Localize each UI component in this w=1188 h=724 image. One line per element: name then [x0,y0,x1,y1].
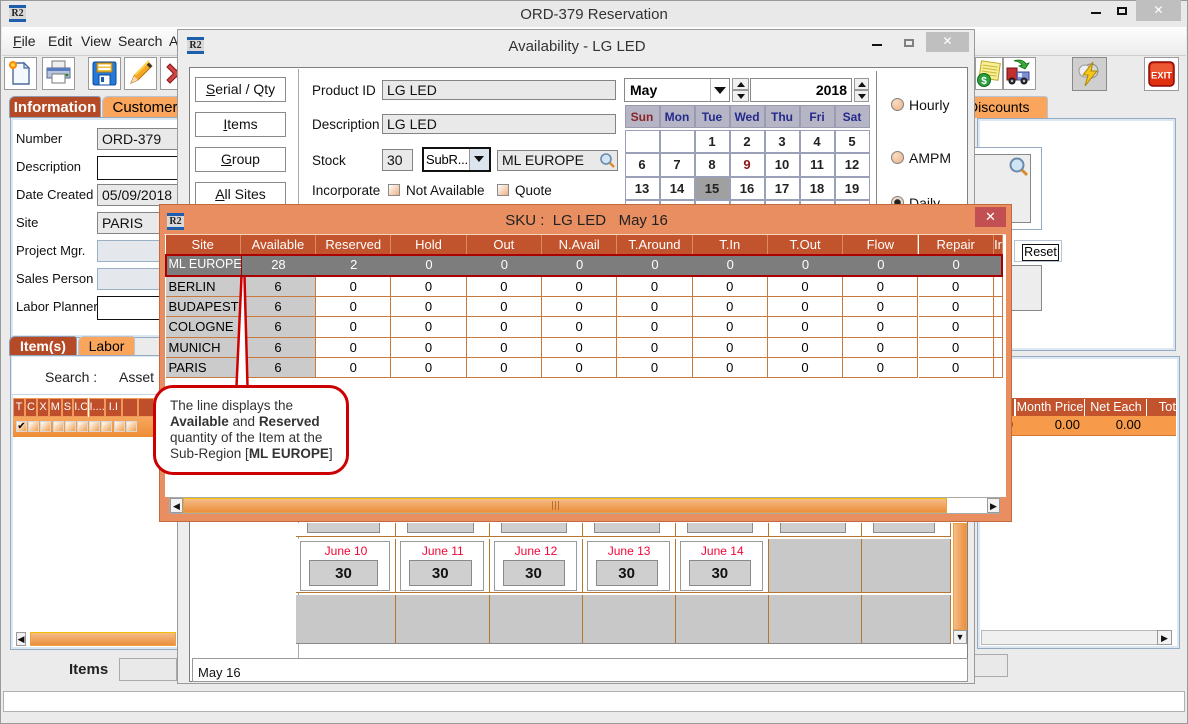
svg-text:EXIT: EXIT [1151,71,1172,82]
svg-text:$: $ [981,76,987,87]
